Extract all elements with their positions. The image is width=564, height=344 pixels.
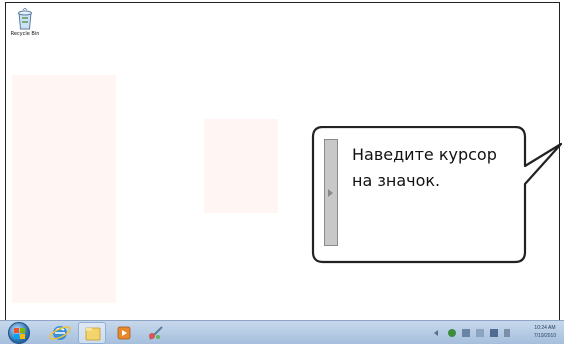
callout-text: Наведите курсор на значок. bbox=[352, 145, 497, 190]
clock-date: 7/19/2010 bbox=[533, 333, 557, 339]
tooltip-callout: Наведите курсор на значок. bbox=[311, 126, 563, 264]
recycle-bin-shortcut[interactable]: Recycle Bin bbox=[8, 8, 42, 37]
recycle-bin-label: Recycle Bin bbox=[10, 31, 40, 37]
recycle-bin-icon bbox=[16, 8, 34, 30]
clock[interactable]: 10:24 AM 7/19/2010 bbox=[530, 324, 560, 340]
taskbar-media-player[interactable] bbox=[110, 322, 138, 344]
action-center-icon[interactable] bbox=[448, 329, 456, 337]
faded-window-center bbox=[204, 119, 278, 213]
taskbar: 10:24 AM 7/19/2010 bbox=[0, 320, 564, 344]
keyboard-icon[interactable] bbox=[462, 329, 470, 337]
media-player-icon bbox=[117, 326, 131, 340]
network-icon[interactable] bbox=[490, 329, 498, 337]
internet-explorer-icon bbox=[49, 326, 71, 340]
collapsed-panel-tab[interactable] bbox=[324, 139, 338, 246]
volume-icon[interactable] bbox=[504, 329, 510, 337]
folder-icon bbox=[85, 327, 101, 341]
clock-time: 10:24 AM bbox=[534, 325, 556, 331]
taskbar-internet-explorer[interactable] bbox=[46, 322, 74, 344]
start-button[interactable] bbox=[8, 322, 30, 344]
faded-window-left bbox=[12, 75, 116, 303]
windows-orb-icon bbox=[14, 328, 25, 339]
paint-icon bbox=[149, 326, 163, 340]
display-icon[interactable] bbox=[476, 329, 484, 337]
taskbar-paint[interactable] bbox=[142, 322, 170, 344]
show-hidden-icons-icon[interactable] bbox=[434, 330, 438, 336]
expand-arrow-icon bbox=[328, 189, 333, 197]
taskbar-windows-explorer[interactable] bbox=[78, 322, 106, 344]
system-tray: 10:24 AM 7/19/2010 bbox=[430, 323, 560, 343]
